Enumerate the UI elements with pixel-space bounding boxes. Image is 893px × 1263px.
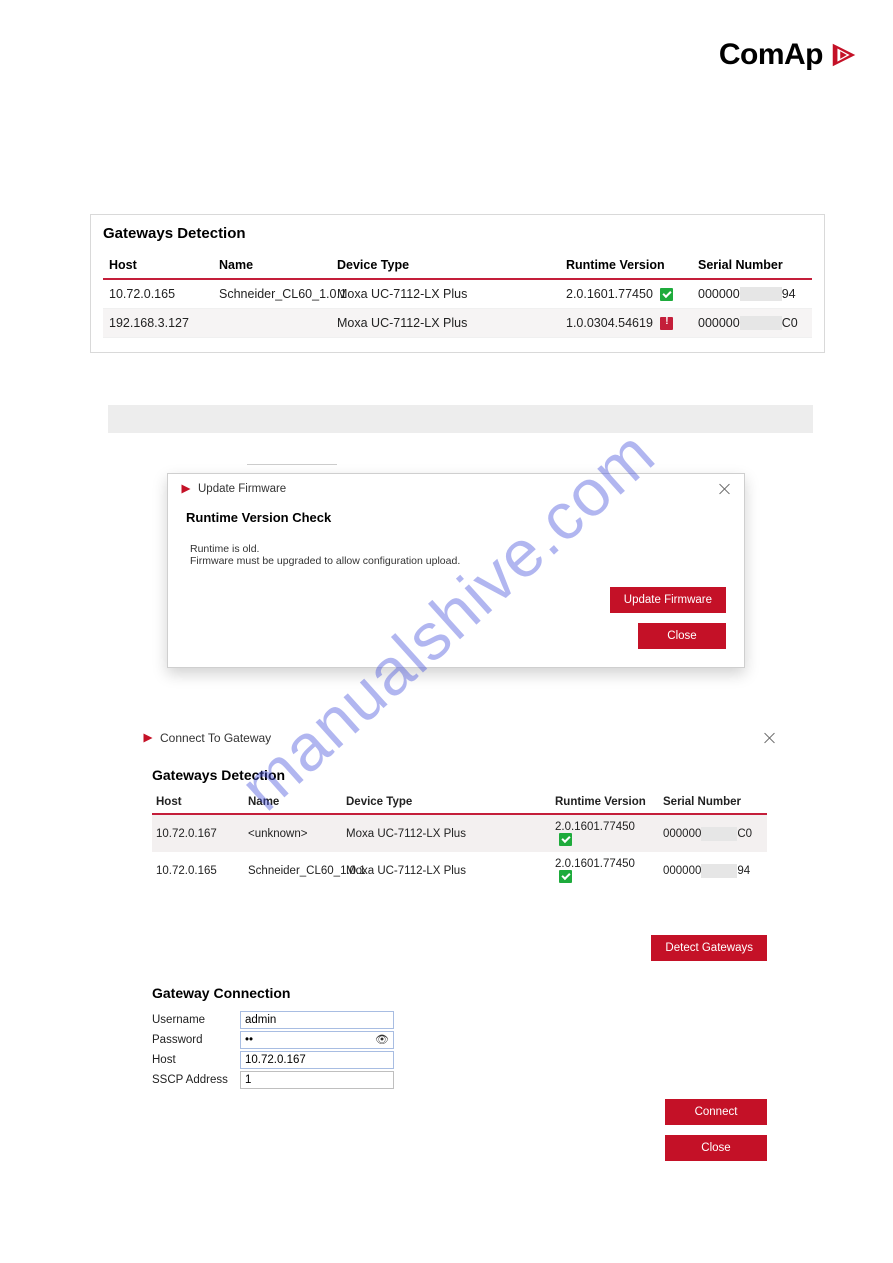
detect-gateways-button[interactable]: Detect Gateways: [651, 935, 767, 961]
runtime-msg-1: Runtime is old.: [190, 543, 726, 555]
col-name: Name: [244, 791, 342, 814]
cell-serial: 000000C0: [659, 814, 767, 852]
runtime-check-heading: Runtime Version Check: [186, 510, 726, 525]
connect-button[interactable]: Connect: [665, 1099, 767, 1125]
cell-host: 10.72.0.167: [152, 814, 244, 852]
cell-host: 10.72.0.165: [152, 852, 244, 889]
host-label: Host: [142, 1054, 240, 1066]
cell-serial: 000000C0: [692, 309, 812, 338]
table-row[interactable]: 10.72.0.165 Schneider_CL60_1.0.1 Moxa UC…: [103, 279, 812, 309]
col-version: Runtime Version: [560, 252, 692, 279]
table-row[interactable]: 192.168.3.127 Moxa UC-7112-LX Plus 1.0.0…: [103, 309, 812, 338]
close-icon[interactable]: [763, 731, 777, 745]
triangle-icon: [142, 732, 154, 744]
username-label: Username: [142, 1014, 240, 1026]
cell-name: Schneider_CL60_1.0.1: [213, 279, 331, 309]
col-host: Host: [103, 252, 213, 279]
logo: ComAp: [719, 38, 859, 72]
reveal-password-icon[interactable]: 👁: [375, 1033, 389, 1046]
status-ok-icon: [559, 870, 572, 883]
cell-device: Moxa UC-7112-LX Plus: [331, 309, 560, 338]
cell-version: 2.0.1601.77450: [551, 814, 659, 852]
password-label: Password: [142, 1034, 240, 1046]
update-firmware-dialog: Update Firmware Runtime Version Check Ru…: [167, 473, 745, 668]
runtime-msg-2: Firmware must be upgraded to allow confi…: [190, 555, 726, 567]
gateway-connection-title: Gateway Connection: [152, 985, 777, 1001]
col-version: Runtime Version: [551, 791, 659, 814]
col-device: Device Type: [331, 252, 560, 279]
cell-device: Moxa UC-7112-LX Plus: [331, 279, 560, 309]
gateways-table: Host Name Device Type Runtime Version Se…: [152, 791, 767, 889]
col-serial: Serial Number: [692, 252, 812, 279]
cell-name: [213, 309, 331, 338]
snippet-line: [247, 459, 337, 465]
logo-text: ComAp: [719, 38, 823, 72]
gateways-detection-title: Gateways Detection: [103, 225, 812, 242]
dialog-title: Connect To Gateway: [160, 731, 271, 745]
col-host: Host: [152, 791, 244, 814]
col-device: Device Type: [342, 791, 551, 814]
cell-device: Moxa UC-7112-LX Plus: [342, 814, 551, 852]
dialog-title: Update Firmware: [198, 483, 286, 495]
cell-serial: 00000094: [659, 852, 767, 889]
logo-triangle-icon: [829, 40, 859, 70]
dialog-titlebar: Connect To Gateway: [142, 727, 777, 767]
status-ok-icon: [660, 288, 673, 301]
cell-version: 2.0.1601.77450: [560, 279, 692, 309]
connect-gateway-dialog: Connect To Gateway Gateways Detection Ho…: [142, 727, 777, 1161]
cell-serial: 00000094: [692, 279, 812, 309]
cell-name: Schneider_CL60_1.0.1: [244, 852, 342, 889]
grey-band: [108, 405, 813, 433]
cell-version: 1.0.0304.54619: [560, 309, 692, 338]
table-row[interactable]: 10.72.0.167 <unknown> Moxa UC-7112-LX Pl…: [152, 814, 767, 852]
close-icon[interactable]: [718, 482, 732, 496]
update-firmware-button[interactable]: Update Firmware: [610, 587, 726, 613]
sscp-label: SSCP Address: [142, 1074, 240, 1086]
gateways-detection-title: Gateways Detection: [142, 767, 777, 783]
cell-version: 2.0.1601.77450: [551, 852, 659, 889]
close-button[interactable]: Close: [638, 623, 726, 649]
cell-device: Moxa UC-7112-LX Plus: [342, 852, 551, 889]
sscp-input[interactable]: 1: [240, 1071, 394, 1089]
triangle-icon: [180, 483, 192, 495]
table-row[interactable]: 10.72.0.165 Schneider_CL60_1.0.1 Moxa UC…: [152, 852, 767, 889]
username-input[interactable]: admin: [240, 1011, 394, 1029]
dialog-titlebar: Update Firmware: [168, 474, 744, 504]
status-error-icon: [660, 317, 673, 330]
cell-name: <unknown>: [244, 814, 342, 852]
cell-host: 192.168.3.127: [103, 309, 213, 338]
password-input[interactable]: •• 👁: [240, 1031, 394, 1049]
host-input[interactable]: 10.72.0.167: [240, 1051, 394, 1069]
col-serial: Serial Number: [659, 791, 767, 814]
gateways-detection-panel: Gateways Detection Host Name Device Type…: [90, 214, 825, 353]
gateways-table: Host Name Device Type Runtime Version Se…: [103, 252, 812, 338]
cell-host: 10.72.0.165: [103, 279, 213, 309]
col-name: Name: [213, 252, 331, 279]
status-ok-icon: [559, 833, 572, 846]
close-button[interactable]: Close: [665, 1135, 767, 1161]
